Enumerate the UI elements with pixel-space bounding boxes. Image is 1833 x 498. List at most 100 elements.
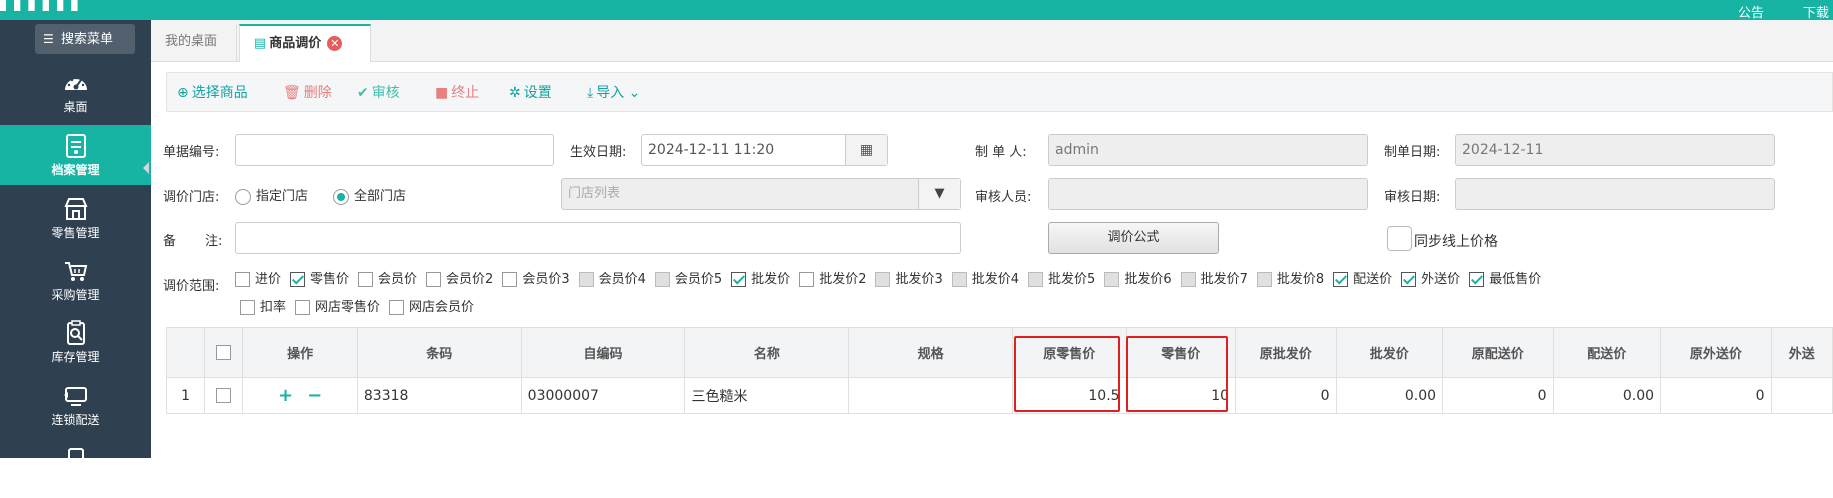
sidebar-item-delivery[interactable]: 连锁配送 <box>0 375 151 435</box>
store-specific-label: 指定门店 <box>256 189 309 204</box>
row-checkbox[interactable] <box>216 388 232 403</box>
row-orig-wholesale: 0 <box>1235 377 1337 414</box>
audit-button[interactable]: ✔ 审核 <box>357 73 400 113</box>
tab-price-adjust[interactable]: ▤ 商品调价 ✕ <box>239 24 371 62</box>
scope-option[interactable]: 批发价5 <box>1023 272 1095 287</box>
search-menu-button[interactable]: ☰ 搜索菜单 <box>35 24 135 54</box>
doc-no-field[interactable] <box>235 134 554 166</box>
scope-option[interactable]: 批发价3 <box>870 272 943 287</box>
import-button[interactable]: ⤓ 导入 ⌄ <box>587 73 640 113</box>
gear-icon: ✲ <box>509 85 521 101</box>
inventory-icon <box>66 320 85 345</box>
sidebar-item-more[interactable] <box>0 438 151 498</box>
row-select-cell[interactable] <box>204 377 244 414</box>
row-delivery[interactable]: 0.00 <box>1552 377 1662 414</box>
checkbox[interactable] <box>502 272 518 287</box>
scope-option[interactable]: 会员价3 <box>497 272 570 287</box>
row-name[interactable]: 三色糙米 <box>684 377 850 414</box>
scope-option[interactable]: 会员价2 <box>421 272 493 287</box>
scope-option[interactable]: 最低售价 <box>1464 272 1541 287</box>
scope-option[interactable]: 批发价7 <box>1176 272 1248 287</box>
top-bar: ▌▌▌▌▌▌ 公告 下载 <box>0 0 1833 21</box>
close-icon[interactable]: ✕ <box>327 36 343 51</box>
notice-link[interactable]: 公告 <box>1738 2 1764 21</box>
checkbox[interactable] <box>426 272 442 287</box>
audit-date-field <box>1455 178 1775 210</box>
scope-option-label: 会员价 <box>378 272 418 287</box>
filter-icon[interactable]: ▼ <box>918 179 960 209</box>
row-barcode[interactable]: 83318 <box>356 377 522 414</box>
scope-option[interactable]: 批发价2 <box>794 272 866 287</box>
checkbox[interactable] <box>358 272 374 287</box>
sidebar-item-desktop[interactable]: 桌面 <box>0 62 151 122</box>
scope-option-label: 外送价 <box>1421 272 1461 287</box>
checkbox-checked[interactable] <box>1401 272 1417 287</box>
scope-option[interactable]: 批发价 <box>726 272 790 287</box>
sidebar-item-archive[interactable]: 档案管理 <box>0 125 151 185</box>
radio-button-selected[interactable] <box>333 188 349 205</box>
row-outsend[interactable] <box>1770 377 1833 414</box>
store-specific-radio[interactable]: 指定门店 <box>233 185 308 205</box>
remove-row-icon[interactable]: − <box>307 385 322 406</box>
scope-option[interactable]: 会员价4 <box>574 272 646 287</box>
scope-option[interactable]: 批发价6 <box>1099 272 1172 287</box>
delivery-icon <box>63 387 87 406</box>
effective-date-label: 生效日期: <box>570 145 627 160</box>
row-actions: + − <box>242 377 358 414</box>
settings-button[interactable]: ✲ 设置 <box>509 73 552 113</box>
add-row-icon[interactable]: + <box>278 385 293 406</box>
checkbox-checked[interactable] <box>731 272 747 287</box>
store-all-radio[interactable]: 全部门店 <box>331 185 406 205</box>
checkbox-checked[interactable] <box>1333 272 1349 287</box>
sidebar-item-retail[interactable]: 零售管理 <box>0 188 151 248</box>
scope-option[interactable]: 批发价4 <box>947 272 1019 287</box>
tab-my-desktop[interactable]: 我的桌面 <box>151 24 237 62</box>
radio-button[interactable] <box>235 188 251 205</box>
scope-option[interactable]: 会员价5 <box>650 272 722 287</box>
scope-option[interactable]: 网店零售价 <box>290 300 380 315</box>
download-link[interactable]: 下载 <box>1803 2 1829 21</box>
scope-option[interactable]: 外送价 <box>1396 272 1460 287</box>
dashboard-icon <box>64 76 87 90</box>
effective-date-field[interactable]: 2024-12-11 11:20 ▦ <box>641 134 888 166</box>
row-spec[interactable] <box>848 377 1014 414</box>
checkbox <box>1256 272 1272 287</box>
scope-option-label: 会员价3 <box>522 272 570 287</box>
store-list-field[interactable]: 门店列表 ▼ <box>561 178 961 210</box>
scope-option[interactable]: 零售价 <box>285 272 349 287</box>
checkbox[interactable] <box>240 300 255 315</box>
scope-label: 调价范围: <box>163 279 220 294</box>
col-orig-delivery-header: 原配送价 <box>1442 327 1554 378</box>
sidebar-item-inventory[interactable]: 库存管理 <box>0 312 151 372</box>
scope-option[interactable]: 扣率 <box>235 300 286 315</box>
row-wholesale[interactable]: 0.00 <box>1335 377 1444 414</box>
scope-option[interactable]: 批发价8 <box>1252 272 1324 287</box>
checkbox-checked[interactable] <box>1469 272 1485 287</box>
calendar-icon[interactable]: ▦ <box>845 135 887 165</box>
checkbox[interactable] <box>389 300 405 315</box>
sidebar-item-purchase[interactable]: 采购管理 <box>0 250 151 310</box>
scope-option[interactable]: 配送价 <box>1328 272 1392 287</box>
sidebar-collapse-arrow-icon[interactable] <box>143 162 149 174</box>
sync-online-price-checkbox[interactable] <box>1387 226 1412 251</box>
scope-option[interactable]: 进价 <box>230 272 281 287</box>
col-select-header[interactable] <box>204 327 244 378</box>
checkbox-checked[interactable] <box>290 272 306 287</box>
scope-option-label: 会员价4 <box>598 272 646 287</box>
select-all-checkbox[interactable] <box>216 345 232 360</box>
delete-button[interactable]: 🗑 删除 <box>283 73 332 113</box>
remark-field[interactable] <box>235 222 961 254</box>
select-goods-button[interactable]: ⊕ 选择商品 <box>177 73 248 113</box>
price-formula-button[interactable]: 调价公式 <box>1048 222 1219 254</box>
scope-option[interactable]: 网店会员价 <box>384 300 474 315</box>
scope-option-label: 批发价5 <box>1048 272 1096 287</box>
terminate-button[interactable]: ■ 终止 <box>435 73 479 113</box>
checkbox[interactable] <box>799 272 815 287</box>
scope-option[interactable]: 会员价 <box>353 272 417 287</box>
scope-option-label: 网店会员价 <box>409 300 475 315</box>
archive-icon <box>65 134 86 158</box>
scope-option-label: 进价 <box>255 272 282 287</box>
checkbox[interactable] <box>235 272 250 287</box>
row-code[interactable]: 03000007 <box>520 377 686 414</box>
checkbox[interactable] <box>295 300 311 315</box>
